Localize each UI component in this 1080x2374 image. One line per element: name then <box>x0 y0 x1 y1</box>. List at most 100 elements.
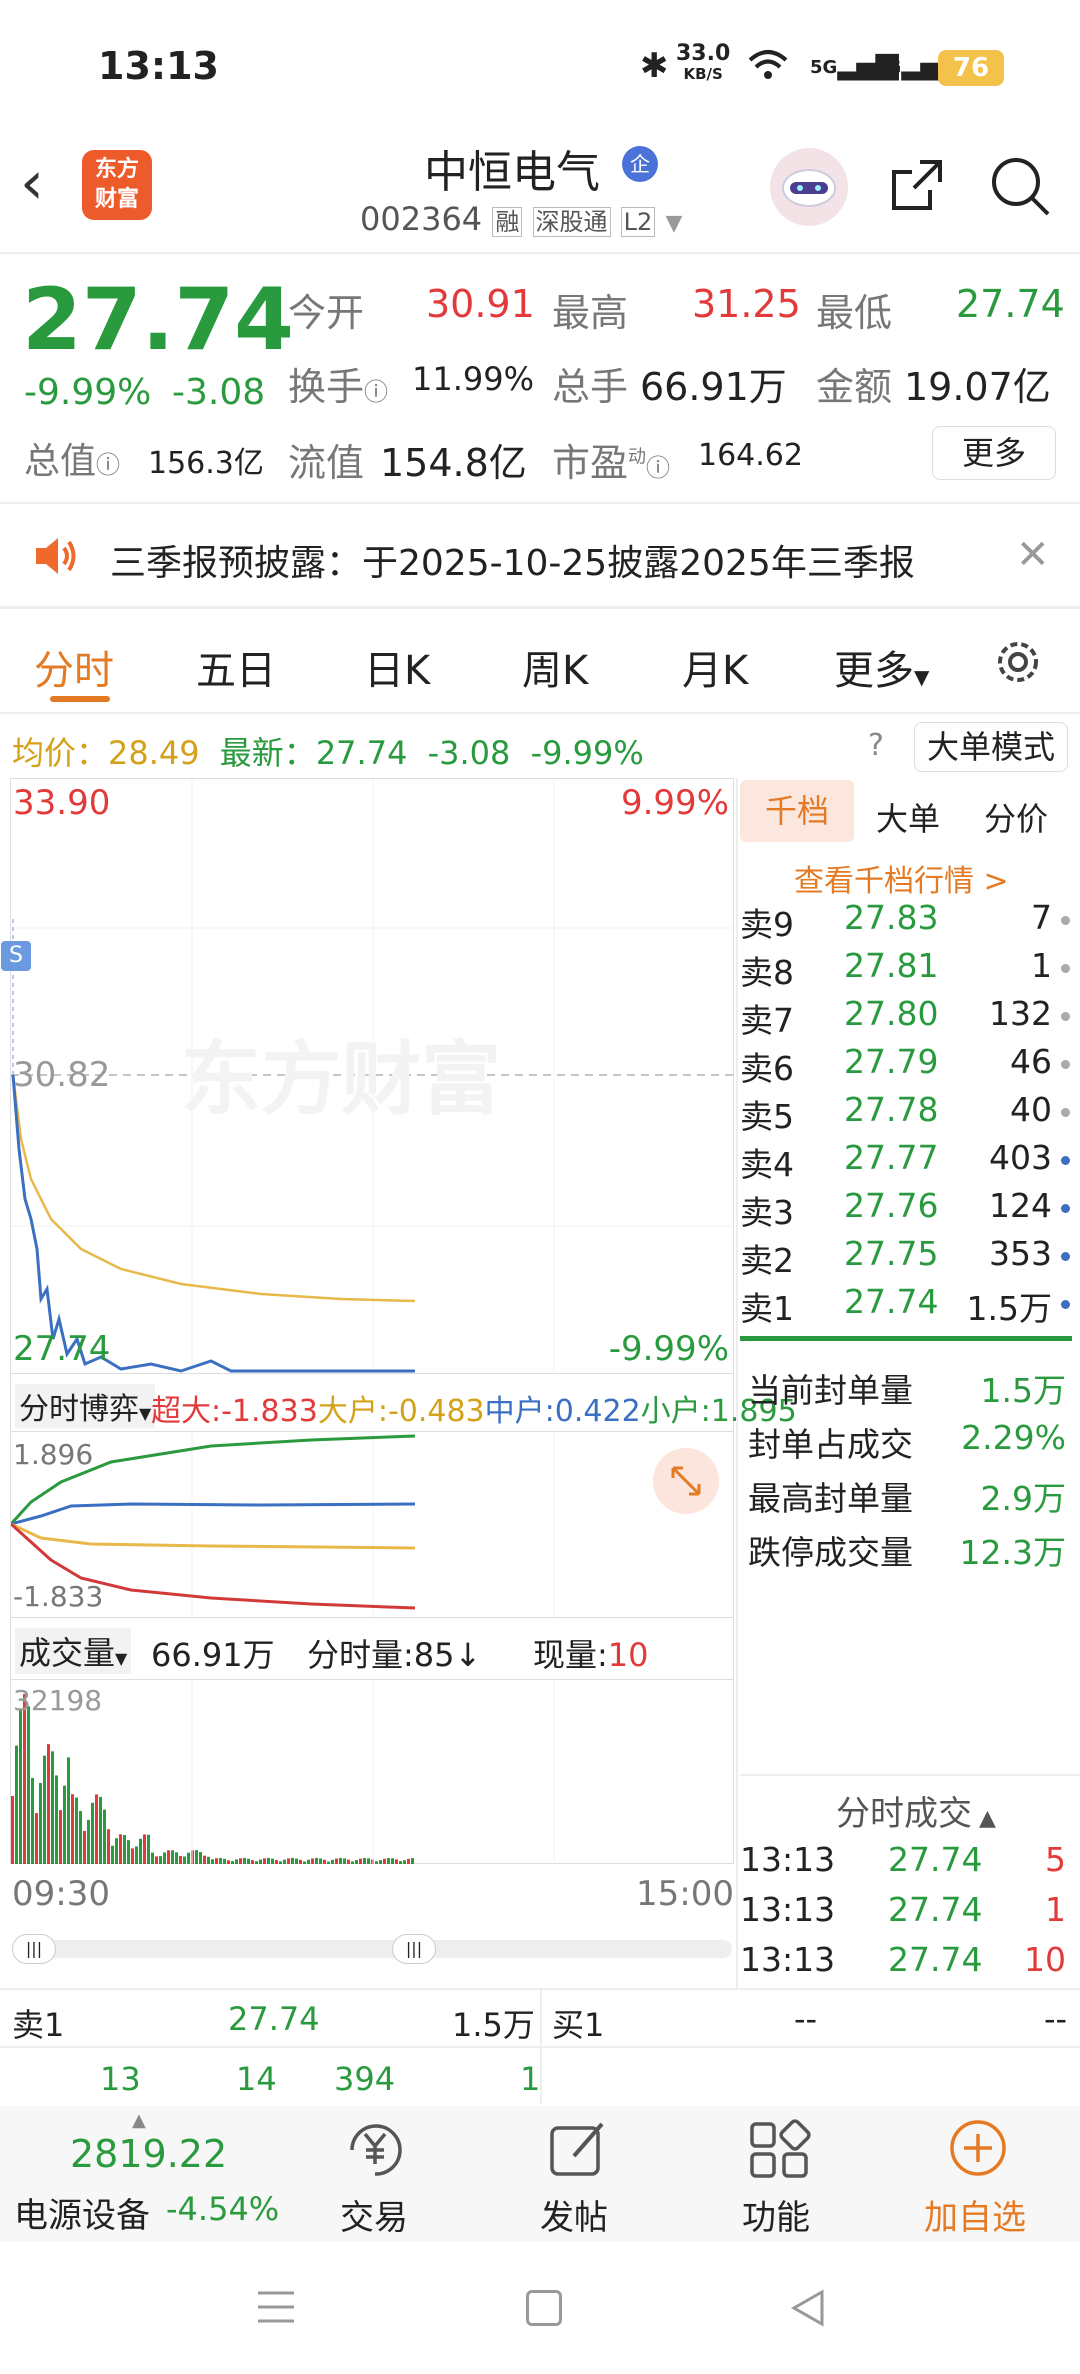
function-icon[interactable] <box>748 2118 812 2182</box>
net-speed: 33.0 KB/S <box>676 41 731 84</box>
ask-row[interactable]: 卖9 27.83 7 <box>740 898 1070 946</box>
amount-value: 19.07亿 <box>904 365 1051 409</box>
volume-bar <box>79 1810 82 1864</box>
volume-bar <box>187 1852 190 1864</box>
scroll-handle-left[interactable]: ||| <box>12 1934 56 1964</box>
trade-volume: 5 <box>1045 1840 1066 1879</box>
ask-row[interactable]: 卖6 27.79 46 <box>740 1042 1070 1090</box>
search-icon[interactable] <box>988 154 1052 218</box>
sell-marker[interactable]: S <box>1 941 31 971</box>
trade-row: 13:13 27.74 10 <box>740 1940 1070 1988</box>
assistant-avatar[interactable] <box>770 148 848 226</box>
volume-bar <box>275 1860 278 1864</box>
volume-chart[interactable]: 32198 <box>10 1680 734 1864</box>
volume-now: 现量:10 <box>533 1636 649 1674</box>
volume-bar <box>103 1809 106 1864</box>
notice-text[interactable]: 三季报预披露：于2025-10-25披露2025年三季报 <box>110 534 915 586</box>
seal-stat-label: 最高封单量 <box>748 1479 913 1518</box>
share-icon[interactable] <box>886 154 948 216</box>
volume-bar <box>343 1858 346 1864</box>
volume-bar <box>95 1794 98 1864</box>
tab-big-order[interactable]: 大单 <box>876 794 940 840</box>
trade-row: 13:13 27.74 5 <box>740 1840 1070 1888</box>
tab-thousand-level[interactable]: 千档 <box>740 780 854 842</box>
stock-code: 002364 融 深股通 L2 ▼ <box>360 200 683 238</box>
ask-row[interactable]: 卖7 27.80 132 <box>740 994 1070 1042</box>
post-icon[interactable] <box>546 2118 610 2182</box>
index-value[interactable]: 2819.22 <box>70 2132 227 2176</box>
trades-title[interactable]: 分时成交 ▲ <box>836 1786 996 1835</box>
help-icon[interactable]: ? <box>868 728 884 763</box>
seal-stat-value: 2.29% <box>961 1418 1066 1457</box>
tab-daily[interactable]: 日K <box>364 638 430 696</box>
volume-bar <box>67 1757 70 1864</box>
price-chart[interactable]: 东方财富 33.90 9.99% 30.82 27.74 -9.99% S <box>1 778 735 1375</box>
ask-price: 27.74 <box>844 1282 939 1321</box>
chart-top-price: 33.90 <box>13 783 111 823</box>
trade-time: 13:13 <box>740 1940 836 1979</box>
tab-more[interactable]: 更多▼ <box>834 638 929 696</box>
big-order-mode-button[interactable]: 大单模式 <box>914 722 1068 772</box>
menu-icon[interactable] <box>256 2290 296 2324</box>
flow-selector[interactable]: 分时博弈▼ <box>15 1384 156 1428</box>
trade-row: 13:13 27.74 1 <box>740 1890 1070 1938</box>
volume-bar <box>363 1858 366 1864</box>
avg-bar: 均价：28.49 最新：27.74 -3.08 -9.99% <box>12 734 644 772</box>
enterprise-badge: 企 <box>622 146 658 182</box>
volume-bar <box>111 1845 114 1864</box>
back-nav-icon[interactable] <box>790 2288 826 2328</box>
ask-level: 卖4 <box>740 1145 794 1184</box>
flow-chart[interactable]: 1.896 -1.833 <box>10 1432 734 1618</box>
volume-bar <box>287 1858 290 1864</box>
settings-icon[interactable] <box>990 634 1046 690</box>
tab-five-day[interactable]: 五日 <box>196 638 276 696</box>
ask-row[interactable]: 卖4 27.77 403 <box>740 1138 1070 1186</box>
index-name[interactable]: 电源设备 <box>14 2188 150 2237</box>
close-icon[interactable]: ✕ <box>1016 532 1050 578</box>
home-icon[interactable] <box>526 2290 562 2326</box>
tab-price-split[interactable]: 分价 <box>984 794 1048 840</box>
ask-volume: 124 <box>989 1186 1052 1225</box>
volume-bar <box>135 1846 138 1864</box>
ask-row[interactable]: 卖1 27.74 1.5万 <box>740 1282 1070 1330</box>
nav-trade[interactable]: 交易 <box>340 2190 408 2239</box>
view-levels-link[interactable]: 查看千档行情 > <box>794 856 1009 900</box>
volume-max: 32198 <box>13 1684 103 1717</box>
expand-icon[interactable] <box>653 1448 719 1514</box>
bq-ask-price: 27.74 <box>228 2000 320 2038</box>
volume-bar <box>107 1829 110 1864</box>
ask-row[interactable]: 卖3 27.76 124 <box>740 1186 1070 1234</box>
bq-bid-label: 买1 <box>552 2006 605 2044</box>
volume-bar <box>147 1834 150 1864</box>
time-scrollbar[interactable]: ||| ||| <box>12 1934 732 1964</box>
tab-intraday[interactable]: 分时 <box>34 638 114 696</box>
volume-bar <box>279 1861 282 1864</box>
volume-selector[interactable]: 成交量▼ <box>15 1628 132 1674</box>
nav-function[interactable]: 功能 <box>742 2190 810 2239</box>
tab-monthly[interactable]: 月K <box>682 638 748 696</box>
ask-level: 卖7 <box>740 1001 794 1040</box>
scroll-handle-right[interactable]: ||| <box>392 1934 436 1964</box>
nav-post[interactable]: 发帖 <box>540 2190 608 2239</box>
volume-bar <box>339 1858 342 1864</box>
nav-add-watchlist[interactable]: 加自选 <box>924 2190 1026 2239</box>
add-watchlist-icon[interactable] <box>946 2116 1010 2180</box>
volume-bar <box>375 1861 378 1864</box>
bq-n2: 14 <box>236 2060 277 2098</box>
volume-bar <box>155 1856 158 1864</box>
ask-row[interactable]: 卖8 27.81 1 <box>740 946 1070 994</box>
volume-bar <box>23 1694 26 1864</box>
seal-stat-row: 当前封单量 1.5万 <box>740 1364 1070 1412</box>
low-label: 最低 <box>816 291 893 335</box>
chart-mid-price: 30.82 <box>13 1055 111 1095</box>
volume-bar <box>283 1859 286 1864</box>
ask-row[interactable]: 卖2 27.75 353 <box>740 1234 1070 1282</box>
back-icon[interactable]: ‹ <box>20 148 44 218</box>
trade-icon[interactable] <box>338 2120 412 2180</box>
tab-weekly[interactable]: 周K <box>522 638 588 696</box>
volume-bar <box>271 1858 274 1864</box>
volume-bar <box>59 1810 62 1864</box>
more-button[interactable]: 更多 <box>932 426 1056 480</box>
ask-row[interactable]: 卖5 27.78 40 <box>740 1090 1070 1138</box>
pct-change: -9.99% <box>24 372 152 413</box>
